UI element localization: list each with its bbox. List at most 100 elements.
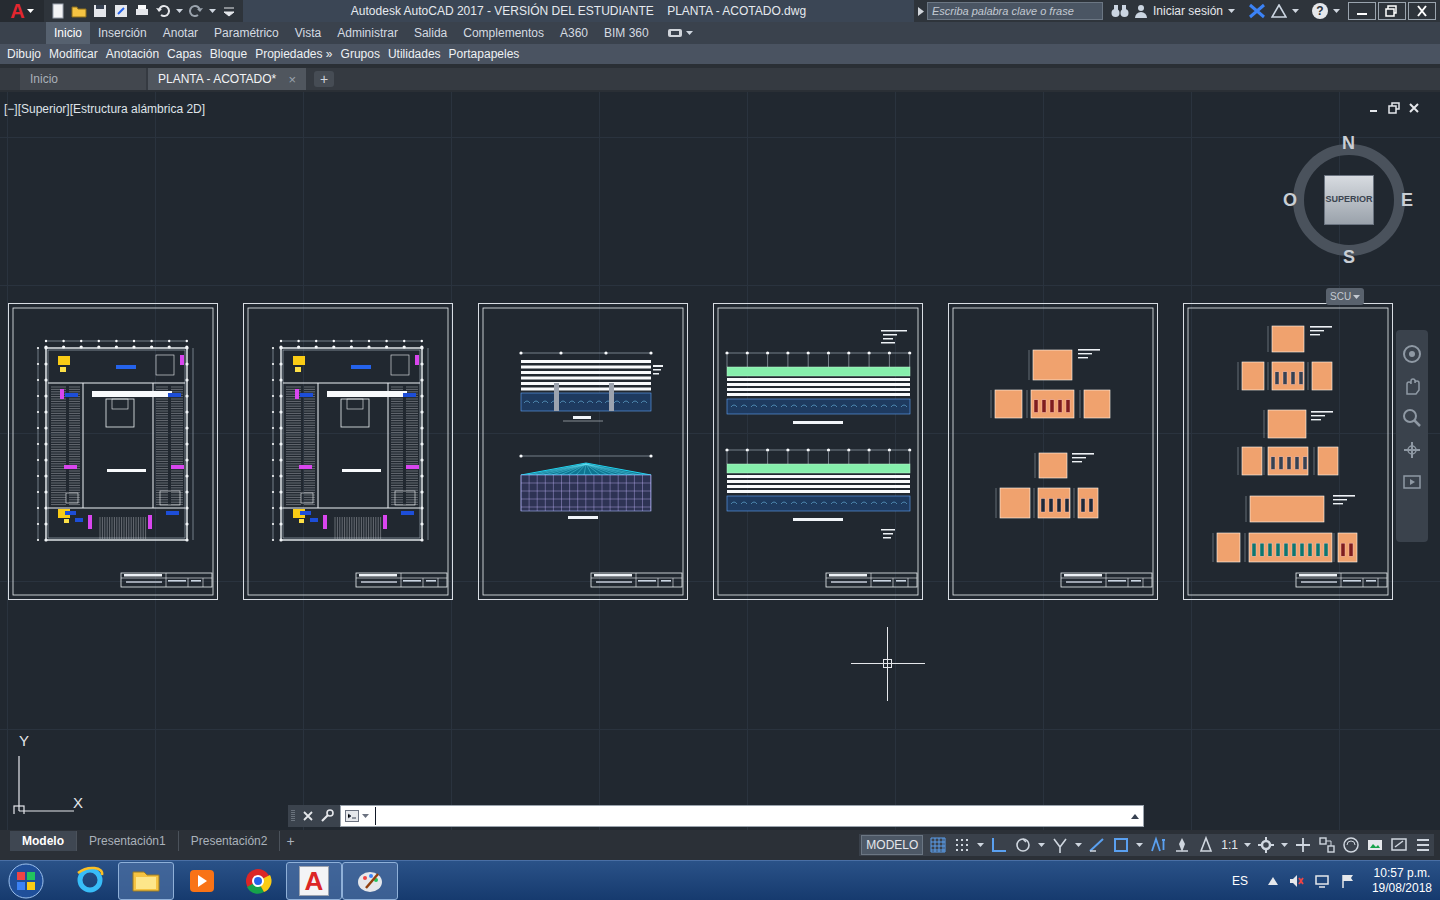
close-command-line-icon[interactable] [302, 810, 314, 822]
dropdown-caret-icon[interactable] [209, 9, 216, 13]
dropdown-caret-icon[interactable] [27, 9, 34, 13]
ribbon-options[interactable] [667, 22, 693, 44]
restore-icon[interactable] [1381, 2, 1403, 20]
taskbar-app[interactable] [174, 862, 230, 900]
showmotion-icon[interactable] [1402, 472, 1422, 492]
annotation-scale[interactable]: 1:1 [1221, 836, 1238, 854]
network-icon[interactable] [1314, 873, 1330, 889]
language-indicator[interactable]: ES [1232, 872, 1248, 890]
sign-in-link[interactable]: Iniciar sesión [1153, 2, 1223, 20]
open-icon[interactable] [71, 3, 87, 19]
file-tab-label[interactable]: PLANTA - ACOTADO* [158, 70, 276, 88]
action-center-icon[interactable] [1340, 873, 1356, 889]
grip-icon[interactable] [290, 808, 296, 824]
model-viewport[interactable]: [−][Superior][Estructura alámbrica 2D]YX… [0, 92, 1440, 830]
dropdown-caret-icon[interactable] [1228, 9, 1235, 13]
viewcube[interactable]: SUPERIORNSOE [1283, 134, 1415, 266]
ribbon-panel[interactable]: Anotación [102, 44, 163, 64]
drawing-sheet[interactable] [713, 303, 923, 600]
search-field[interactable] [927, 2, 1103, 20]
file-tab[interactable]: Inicio [20, 68, 146, 90]
app-logo[interactable]: A [10, 1, 24, 21]
media-player-icon[interactable] [184, 863, 220, 899]
annotation-autoscale-icon[interactable] [1173, 836, 1191, 854]
taskbar-app[interactable] [62, 862, 118, 900]
ribbon-tab[interactable]: A360 [552, 22, 596, 44]
grid-icon[interactable] [929, 836, 947, 854]
close-tab-button[interactable]: × [288, 73, 296, 86]
customization-menu-icon[interactable] [1414, 836, 1432, 854]
ribbon-tab[interactable]: Anotar [155, 22, 206, 44]
ribbon-panel[interactable]: Modificar [45, 44, 102, 64]
snap-icon[interactable] [953, 836, 971, 854]
units-icon[interactable] [1318, 836, 1336, 854]
minimize-icon[interactable] [1351, 2, 1373, 20]
window-button[interactable] [1378, 2, 1406, 20]
customize-icon[interactable] [221, 3, 237, 19]
ribbon-tab[interactable]: Vista [287, 22, 329, 44]
dropdown-caret-icon[interactable] [1244, 843, 1251, 847]
object-snap-tracking-icon[interactable] [1088, 836, 1106, 854]
ortho-icon[interactable] [990, 836, 1008, 854]
layout-tab[interactable]: Modelo [10, 831, 77, 851]
user-icon[interactable] [1134, 4, 1148, 18]
taskbar-app[interactable] [230, 862, 286, 900]
dropdown-caret-icon[interactable] [1136, 843, 1143, 847]
drawing-sheet[interactable] [8, 303, 218, 600]
ribbon-panel[interactable]: Dibujo [3, 44, 45, 64]
ribbon-tab[interactable]: Complementos [455, 22, 552, 44]
viewcube-face-label[interactable]: SUPERIOR [1325, 193, 1372, 207]
isolate-objects-icon[interactable] [1342, 836, 1360, 854]
file-explorer-icon[interactable] [128, 863, 164, 899]
model-space-button[interactable]: MODELO [861, 835, 923, 855]
save-as-icon[interactable] [113, 3, 129, 19]
dropdown-caret-icon[interactable] [977, 843, 984, 847]
viewport-restore-icon[interactable] [1388, 102, 1400, 114]
workspace-gear-icon[interactable] [1257, 836, 1275, 854]
autocad-tile[interactable]: A [299, 866, 329, 896]
ribbon-panel[interactable]: Bloque [206, 44, 251, 64]
compass-south[interactable]: S [1343, 248, 1355, 266]
clean-screen-icon[interactable] [1390, 836, 1408, 854]
binoculars-icon[interactable] [1111, 4, 1129, 18]
ribbon-tab[interactable]: Inserción [90, 22, 155, 44]
clock[interactable]: 10:57 p.m.19/08/2018 [1372, 866, 1432, 896]
close-icon[interactable] [1411, 2, 1433, 20]
expand-search-icon[interactable] [918, 7, 924, 16]
polar-icon[interactable] [1014, 836, 1032, 854]
taskbar-app[interactable] [118, 862, 174, 900]
file-tab-label[interactable]: Inicio [30, 70, 58, 88]
window-button[interactable] [1348, 2, 1376, 20]
dropdown-caret-icon[interactable] [1075, 843, 1082, 847]
dropdown-caret-icon[interactable] [1038, 843, 1045, 847]
start-button-icon[interactable] [6, 862, 46, 900]
ribbon-panel[interactable]: Grupos [337, 44, 384, 64]
compass-west[interactable]: O [1283, 191, 1297, 209]
show-hidden-icons-icon[interactable] [1268, 877, 1278, 885]
paint-icon[interactable] [352, 863, 388, 899]
drawing-sheet[interactable] [478, 303, 688, 600]
volume-muted-icon[interactable] [1288, 873, 1304, 889]
stay-connected-icon[interactable] [1271, 4, 1287, 18]
ribbon-tab[interactable]: BIM 360 [596, 22, 657, 44]
compass-north[interactable]: N [1342, 134, 1355, 152]
new-icon[interactable] [50, 3, 66, 19]
viewport-controls-label[interactable]: [−][Superior][Estructura alámbrica 2D] [4, 100, 205, 118]
command-input-box[interactable] [340, 805, 1144, 827]
ribbon-panel[interactable]: Portapapeles [445, 44, 524, 64]
annotation-scale-icon[interactable] [1197, 836, 1215, 854]
ucs-menu[interactable]: SCU [1326, 288, 1364, 305]
annotation-monitor-icon[interactable] [1294, 836, 1312, 854]
ribbon-panel[interactable]: Capas [163, 44, 206, 64]
hardware-acceleration-icon[interactable] [1366, 836, 1384, 854]
ucs-menu-label[interactable]: SCU [1330, 289, 1351, 304]
taskbar-app[interactable]: A [286, 862, 342, 900]
viewport-minimize-icon[interactable] [1368, 102, 1380, 114]
internet-explorer-icon[interactable] [72, 863, 108, 899]
ribbon-panel[interactable]: Utilidades [384, 44, 445, 64]
ribbon-tab[interactable]: Paramétrico [206, 22, 287, 44]
dropdown-caret-icon[interactable] [1353, 295, 1360, 299]
ribbon-tab[interactable]: Salida [406, 22, 455, 44]
steering-wheel-icon[interactable] [1402, 344, 1422, 364]
exchange-apps-icon[interactable] [1248, 3, 1266, 19]
